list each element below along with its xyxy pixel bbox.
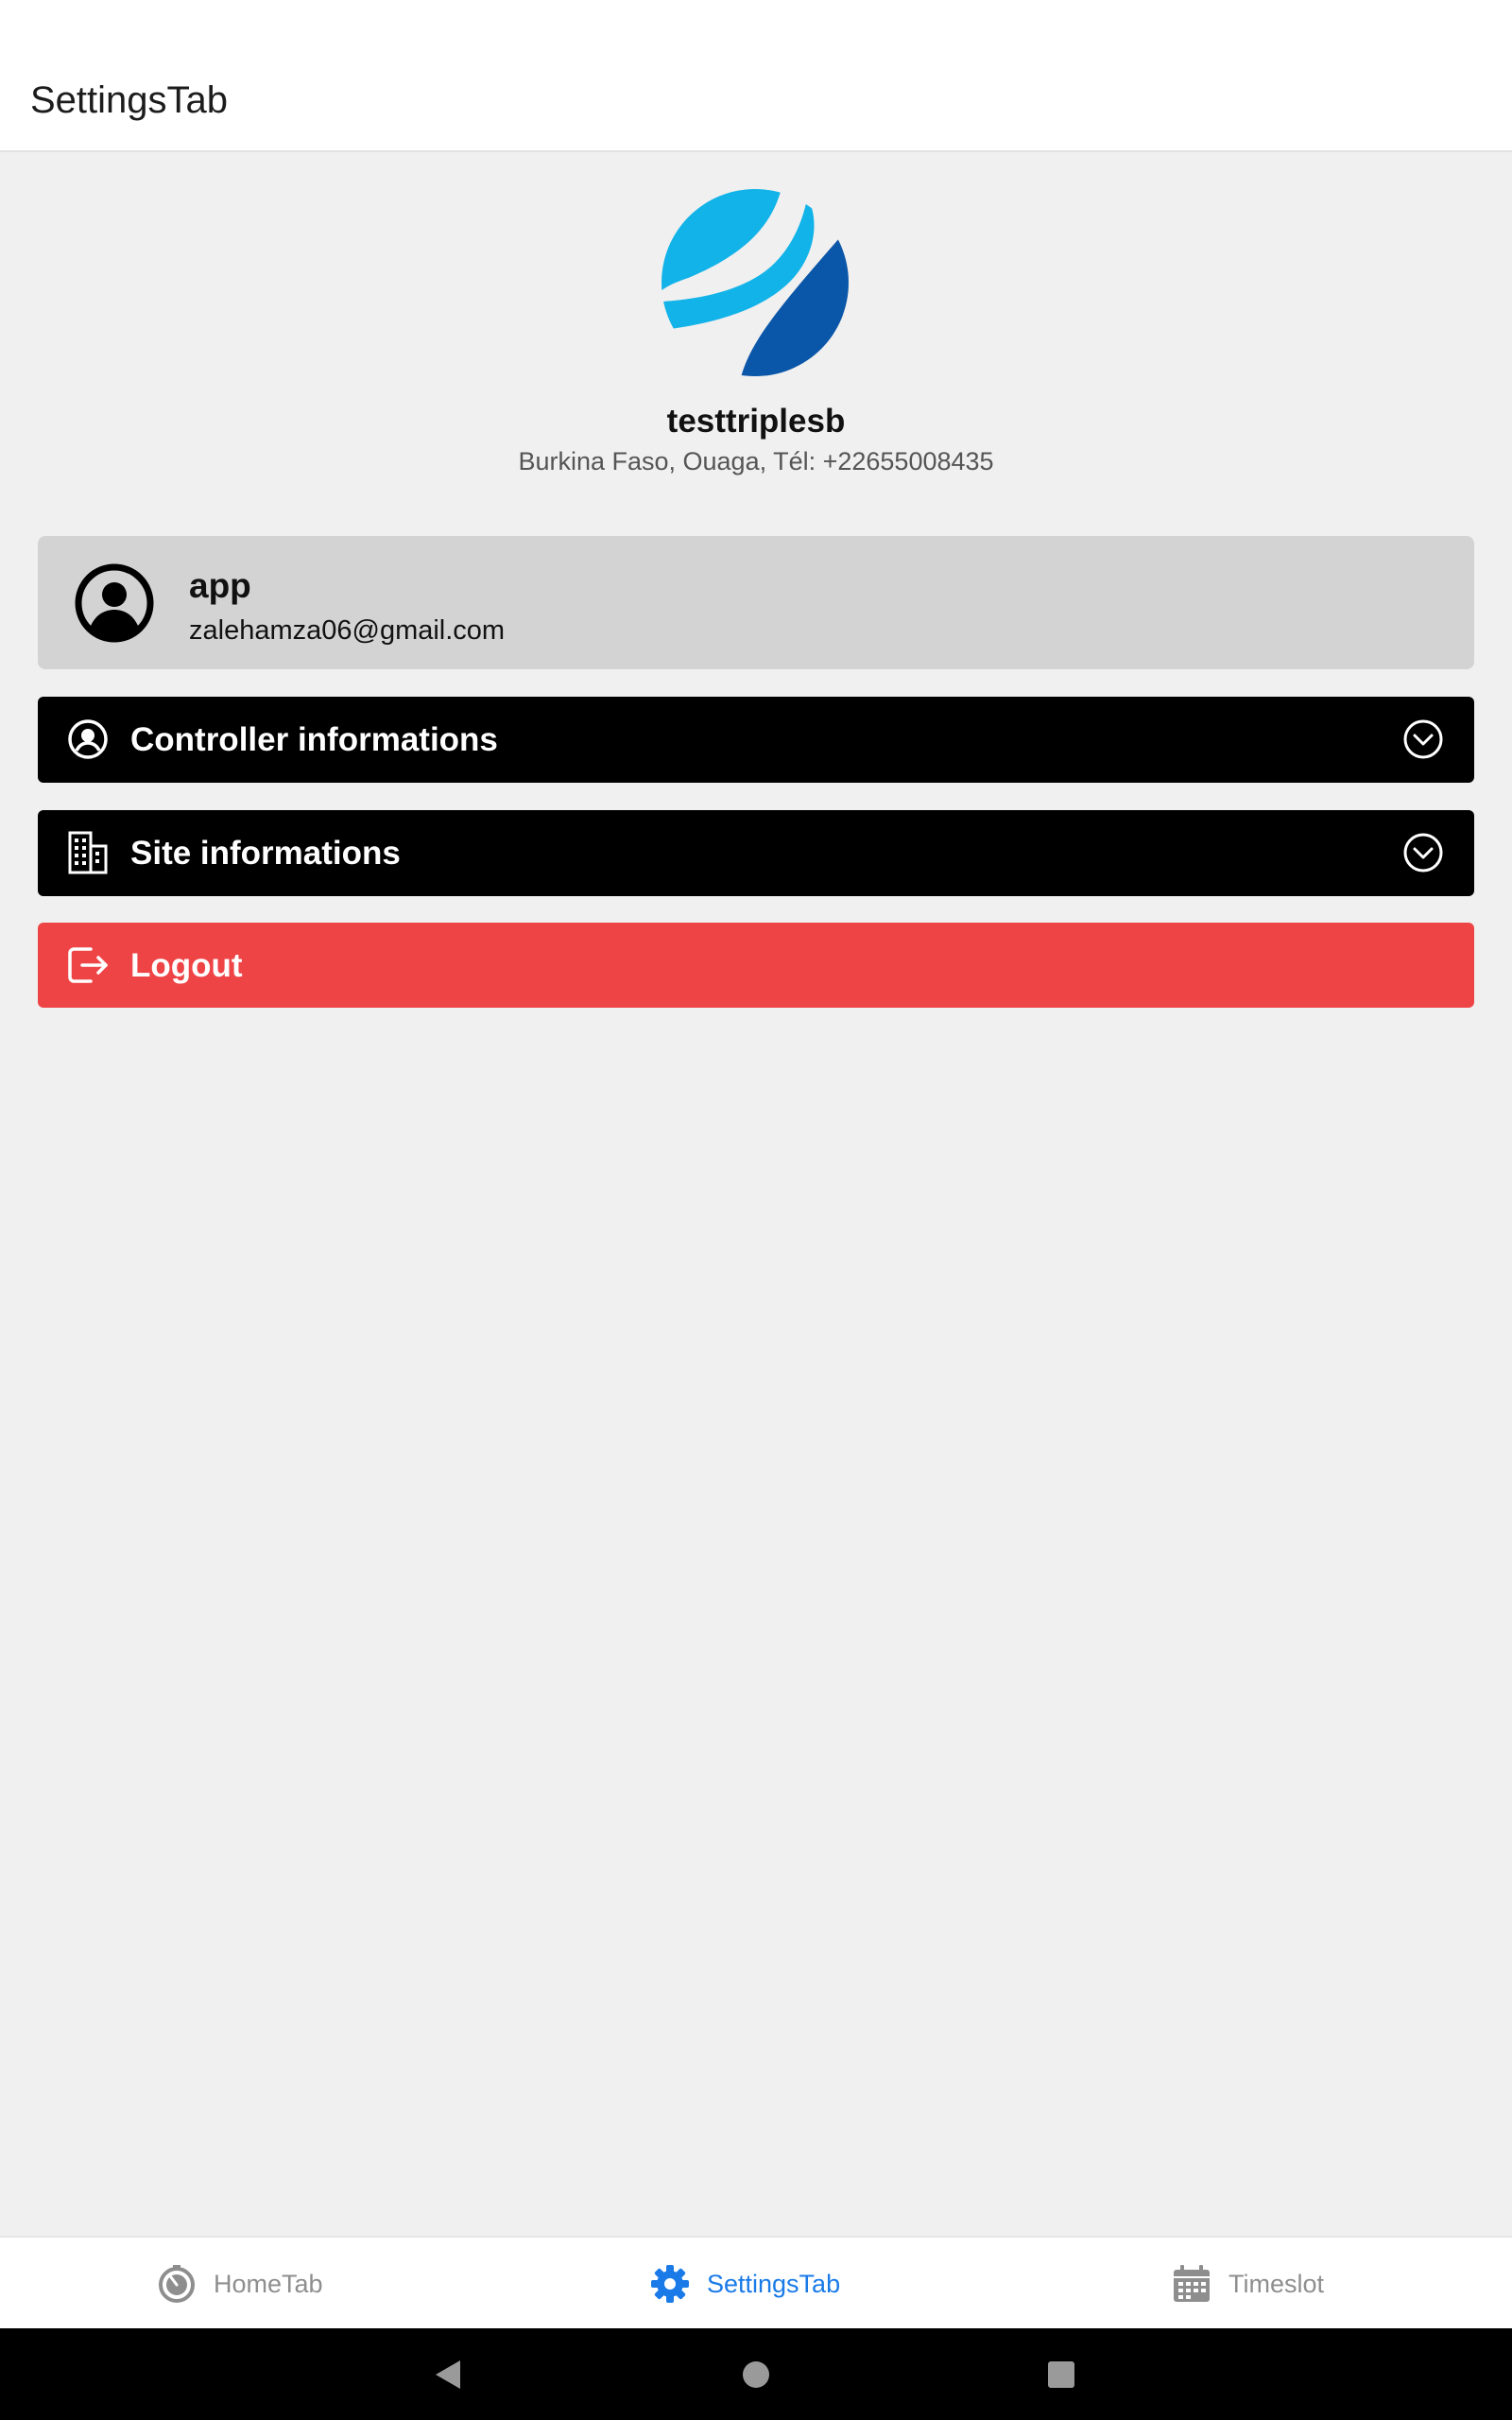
site-informations-label: Site informations (130, 835, 401, 872)
site-informations-section[interactable]: Site informations (38, 810, 1474, 896)
user-card: app zalehamza06@gmail.com (38, 536, 1474, 669)
tab-label-settingstab: SettingsTab (707, 2269, 841, 2298)
account-circle-icon (75, 563, 154, 643)
company-name: testtriplesb (666, 403, 846, 440)
timer-icon (159, 2265, 195, 2303)
back-icon[interactable] (424, 2351, 472, 2398)
system-navigation-bar (0, 2328, 1512, 2420)
calendar-icon (1174, 2265, 1210, 2302)
user-email: zalehamza06@gmail.com (189, 615, 506, 646)
user-name: app (189, 566, 251, 605)
bottom-tab-bar: HomeTab SettingsTab Timeslot (0, 2236, 1512, 2328)
tab-timeslot[interactable]: Timeslot (1172, 2238, 1324, 2330)
app-header: SettingsTab (0, 0, 1512, 152)
chevron-down-circle-icon[interactable] (1402, 718, 1444, 760)
page-title: SettingsTab (30, 79, 229, 121)
building-icon (68, 831, 108, 874)
company-logo (662, 189, 849, 376)
tab-label-timeslot: Timeslot (1228, 2269, 1325, 2298)
tab-label-hometab: HomeTab (214, 2269, 323, 2298)
gear-icon (651, 2265, 689, 2303)
tab-settingstab[interactable]: SettingsTab (650, 2238, 840, 2330)
logout-icon (68, 947, 108, 983)
company-address: Burkina Faso, Ouaga, Tél: +22655008435 (518, 447, 994, 475)
recents-icon[interactable] (1038, 2351, 1085, 2398)
chevron-down-circle-icon[interactable] (1402, 832, 1444, 873)
home-icon[interactable] (732, 2351, 780, 2398)
settings-screen: SettingsTab testtriplesb Burkina Faso, O… (0, 0, 1512, 2420)
logout-button[interactable]: Logout (38, 923, 1474, 1008)
controller-informations-label: Controller informations (130, 721, 498, 758)
logout-label: Logout (130, 947, 243, 984)
user-circle-icon (68, 719, 108, 759)
controller-informations-section[interactable]: Controller informations (38, 697, 1474, 783)
tab-hometab[interactable]: HomeTab (157, 2238, 323, 2330)
